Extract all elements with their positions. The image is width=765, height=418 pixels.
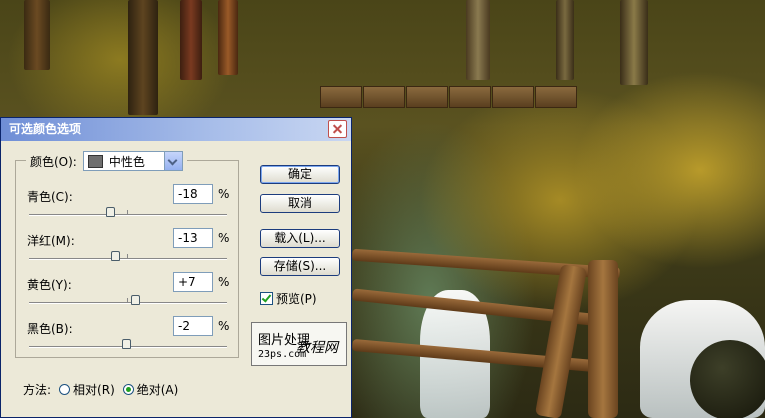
chevron-down-icon[interactable] xyxy=(163,152,182,170)
black-input[interactable] xyxy=(173,316,213,336)
cyan-slider-track[interactable] xyxy=(29,214,227,216)
tree-trunk xyxy=(620,0,648,85)
relative-radio[interactable] xyxy=(59,384,71,395)
percent-sign: % xyxy=(218,319,230,333)
absolute-radio-label[interactable]: 绝对(A) xyxy=(137,381,179,398)
save-button[interactable]: 存储(S)... xyxy=(260,257,340,276)
cyan-slider-row: 青色(C): % xyxy=(27,184,247,228)
selective-color-dialog: 可选颜色选项 颜色(O): 中性色 青色(C): % 洋红(M): % 黄色(Y… xyxy=(0,117,352,418)
tree-trunk xyxy=(180,0,202,80)
watermark-logo: 图片处理 教程网 23ps.com xyxy=(251,322,347,366)
ok-button[interactable]: 确定 xyxy=(260,165,340,184)
dialog-titlebar[interactable]: 可选颜色选项 xyxy=(1,118,351,141)
slider-center-tick xyxy=(127,298,128,302)
tree-trunk xyxy=(128,0,158,115)
method-row: 方法: 相对(R) 绝对(A) xyxy=(23,381,178,398)
percent-sign: % xyxy=(218,275,230,289)
color-label: 颜色(O): xyxy=(30,154,77,169)
color-selector-row: 颜色(O): 中性色 xyxy=(26,150,187,172)
preview-row[interactable]: 预览(P) xyxy=(260,290,317,307)
slider-center-tick xyxy=(127,254,128,258)
magenta-slider-track[interactable] xyxy=(29,258,227,260)
dialog-title: 可选颜色选项 xyxy=(9,122,82,136)
magenta-slider-thumb[interactable] xyxy=(111,251,121,261)
yellow-input[interactable] xyxy=(173,272,213,292)
yellow-slider-thumb[interactable] xyxy=(130,295,140,305)
preview-checkbox[interactable] xyxy=(260,292,273,305)
magenta-input[interactable] xyxy=(173,228,213,248)
tree-trunk xyxy=(218,0,238,75)
rock xyxy=(690,340,765,418)
slider-center-tick xyxy=(127,210,128,214)
tree-trunk xyxy=(466,0,490,80)
preview-label: 预览(P) xyxy=(276,292,317,306)
tree-trunk xyxy=(24,0,50,70)
yellow-slider-row: 黄色(Y): % xyxy=(27,272,247,316)
close-icon[interactable] xyxy=(328,120,347,138)
tree-trunk xyxy=(556,0,574,80)
percent-sign: % xyxy=(218,231,230,245)
color-select[interactable]: 中性色 xyxy=(82,151,183,171)
yellow-label: 黄色(Y): xyxy=(27,278,72,292)
method-label: 方法: xyxy=(23,383,52,397)
cyan-input[interactable] xyxy=(173,184,213,204)
cancel-button[interactable]: 取消 xyxy=(260,194,340,213)
black-slider-thumb[interactable] xyxy=(122,339,132,349)
cyan-slider-thumb[interactable] xyxy=(106,207,116,217)
load-button[interactable]: 载入(L)... xyxy=(260,229,340,248)
watermark-line2: 23ps.com xyxy=(258,349,307,360)
cyan-label: 青色(C): xyxy=(27,190,73,204)
relative-radio-label[interactable]: 相对(R) xyxy=(73,381,115,398)
magenta-label: 洋红(M): xyxy=(27,234,75,248)
percent-sign: % xyxy=(218,187,230,201)
absolute-radio[interactable] xyxy=(122,384,134,395)
yellow-slider-track[interactable] xyxy=(29,302,227,304)
black-label: 黑色(B): xyxy=(27,322,73,336)
black-slider-row: 黑色(B): % xyxy=(27,316,247,360)
wooden-bridge xyxy=(275,80,610,110)
color-select-value: 中性色 xyxy=(108,154,145,169)
railing-post xyxy=(588,260,618,418)
railing-post xyxy=(534,263,588,418)
magenta-slider-row: 洋红(M): % xyxy=(27,228,247,272)
color-swatch-icon xyxy=(87,154,103,168)
